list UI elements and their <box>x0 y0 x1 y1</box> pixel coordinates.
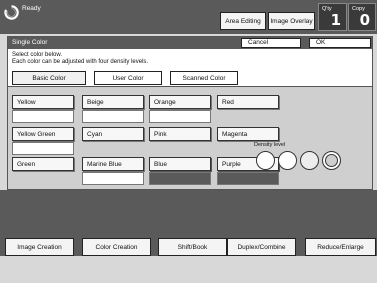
tab-basic-color[interactable]: Basic Color <box>12 71 86 85</box>
status-text: Ready <box>22 5 41 12</box>
color-yellow-green-button[interactable]: Yellow Green <box>12 127 74 141</box>
bottom-tab-strip <box>0 256 377 283</box>
tab-duplex-combine[interactable]: Duplex/Combine <box>227 238 296 256</box>
single-color-dialog: Single Color Cancel OK Select color belo… <box>7 36 373 190</box>
density-level-2[interactable] <box>278 151 297 170</box>
ok-button[interactable]: OK <box>309 37 371 48</box>
color-blue-button[interactable]: Blue <box>149 157 211 171</box>
instruction-line-2: Each color can be adjusted with four den… <box>12 59 149 65</box>
area-editing-button[interactable]: Area Editing <box>220 12 266 30</box>
tab-reduce-enlarge[interactable]: Reduce/Enlarge <box>305 238 376 256</box>
color-beige-button[interactable]: Beige <box>82 95 144 109</box>
density-level-label: Density level <box>254 142 286 148</box>
tab-color-creation[interactable]: Color Creation <box>82 238 151 256</box>
machine-status: Ready <box>4 3 41 20</box>
color-cyan-button[interactable]: Cyan <box>82 127 144 141</box>
tab-scanned-color[interactable]: Scanned Color <box>170 71 238 85</box>
color-orange-button[interactable]: Orange <box>149 95 211 109</box>
color-purple-swatch <box>217 172 279 185</box>
instruction-line-1: Select color below. <box>12 52 63 58</box>
copy-value: 0 <box>359 11 370 29</box>
color-red-button[interactable]: Red <box>217 95 279 109</box>
color-green-button[interactable]: Green <box>12 157 74 171</box>
dialog-header: Single Color Cancel OK <box>8 37 372 49</box>
color-marine-blue-button[interactable]: Marine Blue <box>82 157 144 171</box>
color-beige-swatch <box>82 110 144 123</box>
quantity-value: 1 <box>330 11 341 29</box>
color-mode-tabs: Basic Color User Color Scanned Color <box>8 69 372 86</box>
ready-ring-icon <box>4 5 19 20</box>
tab-image-creation[interactable]: Image Creation <box>5 238 74 256</box>
density-level-1[interactable] <box>256 151 275 170</box>
color-yellow-swatch <box>12 110 74 123</box>
cancel-button[interactable]: Cancel <box>241 37 301 48</box>
color-yellow-button[interactable]: Yellow <box>12 95 74 109</box>
image-overlay-button[interactable]: Image Overlay <box>268 12 315 30</box>
copy-counter-display: Copy 0 <box>348 3 376 31</box>
density-level-3[interactable] <box>300 151 319 170</box>
color-orange-swatch <box>149 110 211 123</box>
dialog-title: Single Color <box>12 39 48 46</box>
density-level-4-selected[interactable] <box>322 151 341 170</box>
tab-shift-book[interactable]: Shift/Book <box>158 238 227 256</box>
color-pink-button[interactable]: Pink <box>149 127 211 141</box>
color-blue-swatch-selected <box>149 172 211 185</box>
tab-user-color[interactable]: User Color <box>94 71 162 85</box>
top-status-bar: Ready Area Editing Image Overlay Q'ty 1 … <box>0 0 377 34</box>
color-marine-blue-swatch <box>82 172 144 185</box>
color-magenta-button[interactable]: Magenta <box>217 127 279 141</box>
quantity-display: Q'ty 1 <box>318 3 347 31</box>
color-yellow-green-swatch <box>12 142 74 155</box>
